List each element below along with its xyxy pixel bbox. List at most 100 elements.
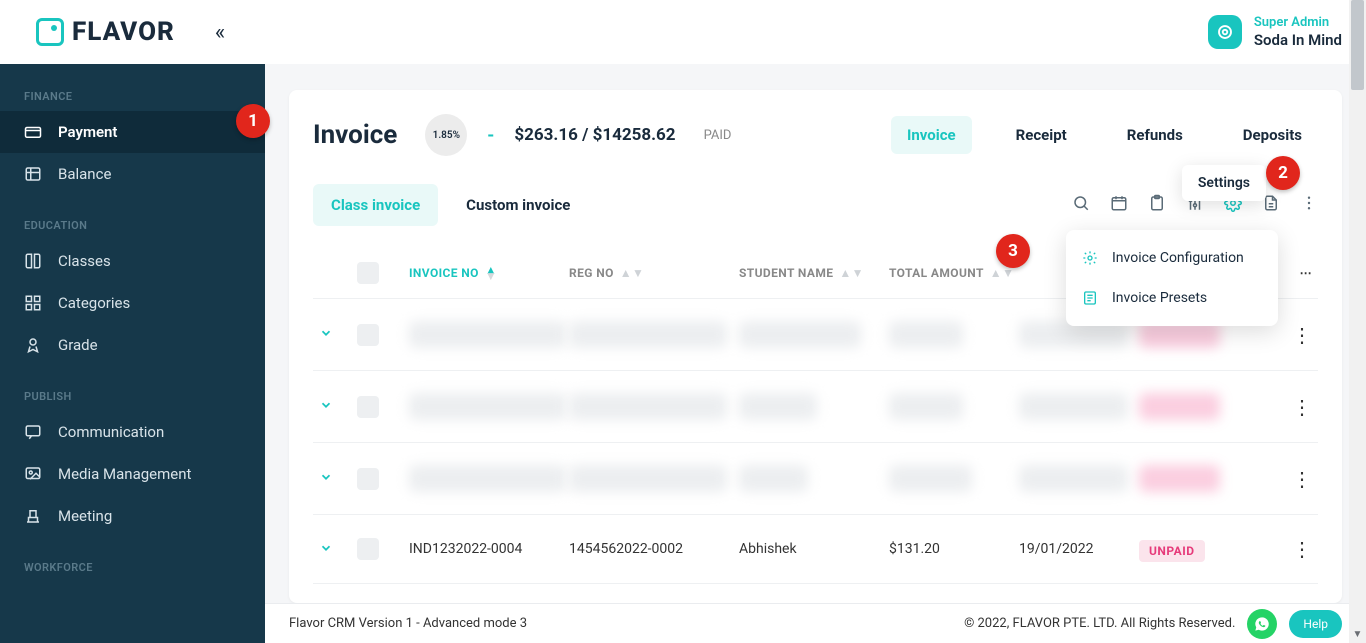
table-row: IND1232022-0004 1454562022-0002 Abhishek… — [313, 515, 1318, 584]
scroll-thumb[interactable] — [1351, 0, 1364, 90]
row-checkbox[interactable] — [357, 324, 379, 346]
sidebar-item-label: Classes — [58, 252, 111, 270]
row-checkbox[interactable] — [357, 468, 379, 490]
clipboard-icon[interactable] — [1148, 194, 1166, 217]
scroll-down-icon[interactable]: ▼ — [1349, 626, 1366, 643]
cell-student-name: Abhishek — [739, 541, 889, 557]
sidebar-item-media[interactable]: Media Management — [0, 453, 265, 495]
footer-version: Flavor CRM Version 1 - Advanced mode 3 — [289, 616, 527, 631]
col-more-icon[interactable]: ⋯ — [1272, 266, 1312, 280]
footer-copyright: © 2022, FLAVOR PTE. LTD. All Rights Rese… — [964, 616, 1235, 631]
sidebar-item-label: Payment — [58, 123, 117, 141]
sidebar-item-meeting[interactable]: Meeting — [0, 495, 265, 537]
row-more-icon[interactable]: ⋮ — [1292, 323, 1312, 347]
dropdown-invoice-config[interactable]: Invoice Configuration — [1066, 238, 1278, 278]
status-badge: UNPAID — [1139, 540, 1205, 562]
avatar — [1208, 15, 1242, 49]
expand-row-icon[interactable] — [319, 469, 349, 488]
topbar: FLAVOR « Super Admin Soda In Mind — [0, 0, 1366, 64]
dropdown-invoice-presets[interactable]: Invoice Presets — [1066, 278, 1278, 318]
settings-tooltip: Settings — [1182, 165, 1266, 201]
percent-ring: 1.85% — [425, 114, 467, 156]
image-icon — [24, 465, 42, 483]
cell-invoice-no: IND1232022-0004 — [409, 541, 569, 557]
calendar-icon[interactable] — [1110, 194, 1128, 217]
summary-label: PAID — [704, 128, 732, 143]
user-company: Soda In Mind — [1254, 31, 1342, 49]
tab-refunds[interactable]: Refunds — [1111, 116, 1199, 154]
sub-row: Class invoice Custom invoice — [313, 184, 1318, 226]
col-invoice-no[interactable]: INVOICE NO▲▼ — [409, 266, 569, 280]
expand-row-icon[interactable] — [319, 325, 349, 344]
chat-icon — [24, 423, 42, 441]
annotation-1: 1 — [236, 104, 270, 138]
search-icon[interactable] — [1072, 194, 1090, 217]
sub-tab-custom-invoice[interactable]: Custom invoice — [448, 184, 588, 226]
sub-tab-class-invoice[interactable]: Class invoice — [313, 184, 438, 226]
table-row: INB1232022-0002 1454562022-0002 Andrew $… — [313, 371, 1318, 443]
row-more-icon[interactable]: ⋮ — [1292, 395, 1312, 419]
preset-icon — [1082, 290, 1100, 306]
brand-name: FLAVOR — [72, 17, 175, 47]
brand-logo[interactable]: FLAVOR — [36, 17, 175, 47]
sidebar-item-payment[interactable]: Payment — [0, 111, 265, 153]
col-student-name[interactable]: STUDENT NAME▲▼ — [739, 266, 889, 280]
sidebar: FINANCE Payment Balance EDUCATION Classe… — [0, 64, 265, 643]
sidebar-item-label: Communication — [58, 423, 164, 441]
sidebar-item-label: Categories — [58, 294, 130, 312]
expand-row-icon[interactable] — [319, 540, 349, 559]
footer: Flavor CRM Version 1 - Advanced mode 3 ©… — [265, 603, 1366, 643]
seat-icon — [24, 507, 42, 525]
summary-amount: $263.16 / $14258.62 — [514, 125, 675, 145]
dash: - — [487, 125, 494, 146]
sidebar-item-grade[interactable]: Grade — [0, 324, 265, 366]
nav-header-education: EDUCATION — [0, 211, 265, 240]
gear-icon — [1082, 250, 1100, 266]
nav-header-workforce: WORKFORCE — [0, 553, 265, 582]
cell-date: 19/01/2022 — [1019, 541, 1139, 557]
cell-reg-no: 1454562022-0002 — [569, 541, 739, 557]
tab-receipt[interactable]: Receipt — [1000, 116, 1083, 154]
sidebar-item-label: Grade — [58, 336, 98, 354]
annotation-3: 3 — [996, 234, 1030, 268]
badge-icon — [24, 336, 42, 354]
sidebar-item-balance[interactable]: Balance — [0, 153, 265, 195]
sidebar-item-classes[interactable]: Classes — [0, 240, 265, 282]
nav-header-publish: PUBLISH — [0, 382, 265, 411]
sidebar-item-categories[interactable]: Categories — [0, 282, 265, 324]
cell-total: $131.20 — [889, 541, 1019, 557]
book-icon — [24, 252, 42, 270]
logo-mark-icon — [36, 18, 64, 46]
row-checkbox[interactable] — [357, 396, 379, 418]
page-scrollbar[interactable]: ▲ ▼ — [1349, 0, 1366, 643]
select-all-checkbox[interactable] — [357, 262, 379, 284]
sidebar-item-label: Balance — [58, 165, 111, 183]
whatsapp-icon[interactable] — [1247, 609, 1277, 639]
ledger-icon — [24, 165, 42, 183]
finance-tabs: Invoice Receipt Refunds Deposits — [891, 116, 1318, 154]
sidebar-collapse-icon[interactable]: « — [215, 20, 225, 45]
user-role: Super Admin — [1254, 15, 1342, 31]
sidebar-item-communication[interactable]: Communication — [0, 411, 265, 453]
nav-header-finance: FINANCE — [0, 82, 265, 111]
tab-invoice[interactable]: Invoice — [891, 116, 972, 154]
more-icon[interactable] — [1300, 194, 1318, 217]
row-more-icon[interactable]: ⋮ — [1292, 537, 1312, 561]
topbar-user[interactable]: Super Admin Soda In Mind — [1208, 15, 1342, 49]
dropdown-item-label: Invoice Configuration — [1112, 250, 1244, 266]
expand-row-icon[interactable] — [319, 397, 349, 416]
table-row: INB1232022-0003 1454562022-0003 Daniel $… — [313, 443, 1318, 515]
invoice-card: Invoice 1.85% - $263.16 / $14258.62 PAID… — [289, 90, 1342, 603]
card-header: Invoice 1.85% - $263.16 / $14258.62 PAID… — [313, 114, 1318, 156]
row-checkbox[interactable] — [357, 538, 379, 560]
card-icon — [24, 123, 42, 141]
sidebar-item-label: Meeting — [58, 507, 112, 525]
col-reg-no[interactable]: REG NO▲▼ — [569, 266, 739, 280]
annotation-2: 2 — [1266, 156, 1300, 190]
tab-deposits[interactable]: Deposits — [1227, 116, 1318, 154]
settings-dropdown: Invoice Configuration Invoice Presets — [1066, 230, 1278, 326]
user-meta: Super Admin Soda In Mind — [1254, 15, 1342, 49]
col-total-amount[interactable]: TOTAL AMOUNT▲▼ — [889, 266, 1019, 280]
help-button[interactable]: Help — [1289, 610, 1342, 638]
row-more-icon[interactable]: ⋮ — [1292, 467, 1312, 491]
